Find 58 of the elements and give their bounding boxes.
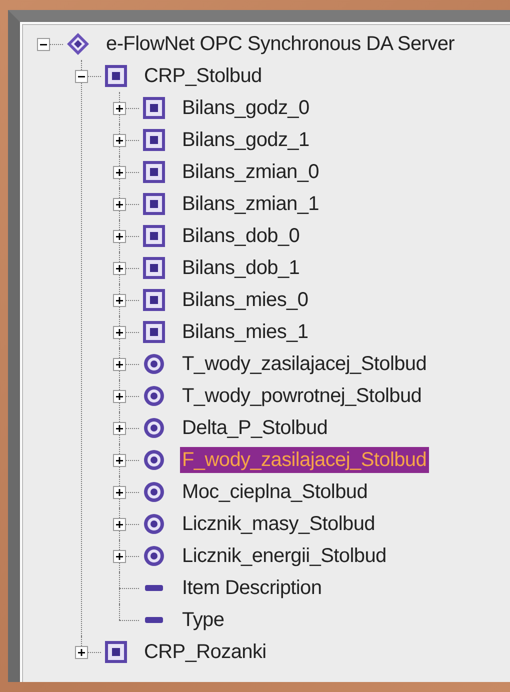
tree-item[interactable]: Bilans_dob_0	[180, 223, 302, 249]
tree-item[interactable]: e-FlowNet OPC Synchronous DA Server	[104, 31, 457, 57]
expand-icon[interactable]	[112, 486, 126, 498]
square-icon	[142, 160, 166, 184]
tree-item[interactable]: Delta_P_Stolbud	[180, 415, 330, 441]
circle-icon	[143, 545, 165, 567]
square-icon	[142, 192, 166, 216]
circle-icon	[143, 481, 165, 503]
expand-icon[interactable]	[112, 326, 126, 338]
tree-item[interactable]: Moc_cieplna_Stolbud	[180, 479, 370, 505]
square-icon	[142, 128, 166, 152]
expand-icon[interactable]	[112, 390, 126, 402]
tree-item[interactable]: Bilans_godz_1	[180, 127, 312, 153]
expand-icon[interactable]	[112, 134, 126, 146]
expand-icon[interactable]	[112, 166, 126, 178]
tree-item[interactable]: CRP_Rozanki	[142, 639, 268, 665]
tree-item[interactable]: T_wody_zasilajacej_Stolbud	[180, 351, 429, 377]
circle-icon	[143, 449, 165, 471]
dash-icon	[145, 585, 163, 591]
square-icon	[142, 320, 166, 344]
expand-icon[interactable]	[112, 230, 126, 242]
dash-icon	[145, 617, 163, 623]
expand-icon[interactable]	[112, 294, 126, 306]
tree-item[interactable]: Bilans_zmian_0	[180, 159, 321, 185]
square-icon	[142, 288, 166, 312]
expand-icon[interactable]	[112, 198, 126, 210]
circle-icon	[143, 353, 165, 375]
square-icon	[142, 96, 166, 120]
collapse-icon[interactable]	[74, 70, 88, 82]
tree-item[interactable]: Type	[180, 607, 226, 633]
expand-icon[interactable]	[112, 358, 126, 370]
diamond-icon	[66, 32, 90, 56]
tree-item[interactable]: Bilans_mies_0	[180, 287, 310, 313]
circle-icon	[143, 385, 165, 407]
expand-icon[interactable]	[112, 550, 126, 562]
square-icon	[142, 224, 166, 248]
circle-icon	[143, 513, 165, 535]
expand-icon[interactable]	[112, 518, 126, 530]
tree-item[interactable]: Item Description	[180, 575, 324, 601]
collapse-icon[interactable]	[36, 38, 50, 50]
tree-item[interactable]: Bilans_zmian_1	[180, 191, 321, 217]
square-icon	[142, 256, 166, 280]
expand-icon[interactable]	[112, 422, 126, 434]
square-icon	[104, 64, 128, 88]
square-icon	[104, 640, 128, 664]
tree-item[interactable]: Licznik_energii_Stolbud	[180, 543, 388, 569]
tree-item[interactable]: Bilans_godz_0	[180, 95, 312, 121]
expand-icon[interactable]	[112, 262, 126, 274]
expand-icon[interactable]	[74, 646, 88, 658]
expand-icon[interactable]	[112, 102, 126, 114]
circle-icon	[143, 417, 165, 439]
tree-item[interactable]: T_wody_powrotnej_Stolbud	[180, 383, 424, 409]
tree-item[interactable]: F_wody_zasilajacej_Stolbud	[180, 447, 429, 473]
expand-icon[interactable]	[112, 454, 126, 466]
tree-item[interactable]: Bilans_mies_1	[180, 319, 310, 345]
tree-item[interactable]: Licznik_masy_Stolbud	[180, 511, 377, 537]
tree-item[interactable]: Bilans_dob_1	[180, 255, 302, 281]
tree-item[interactable]: CRP_Stolbud	[142, 63, 264, 89]
